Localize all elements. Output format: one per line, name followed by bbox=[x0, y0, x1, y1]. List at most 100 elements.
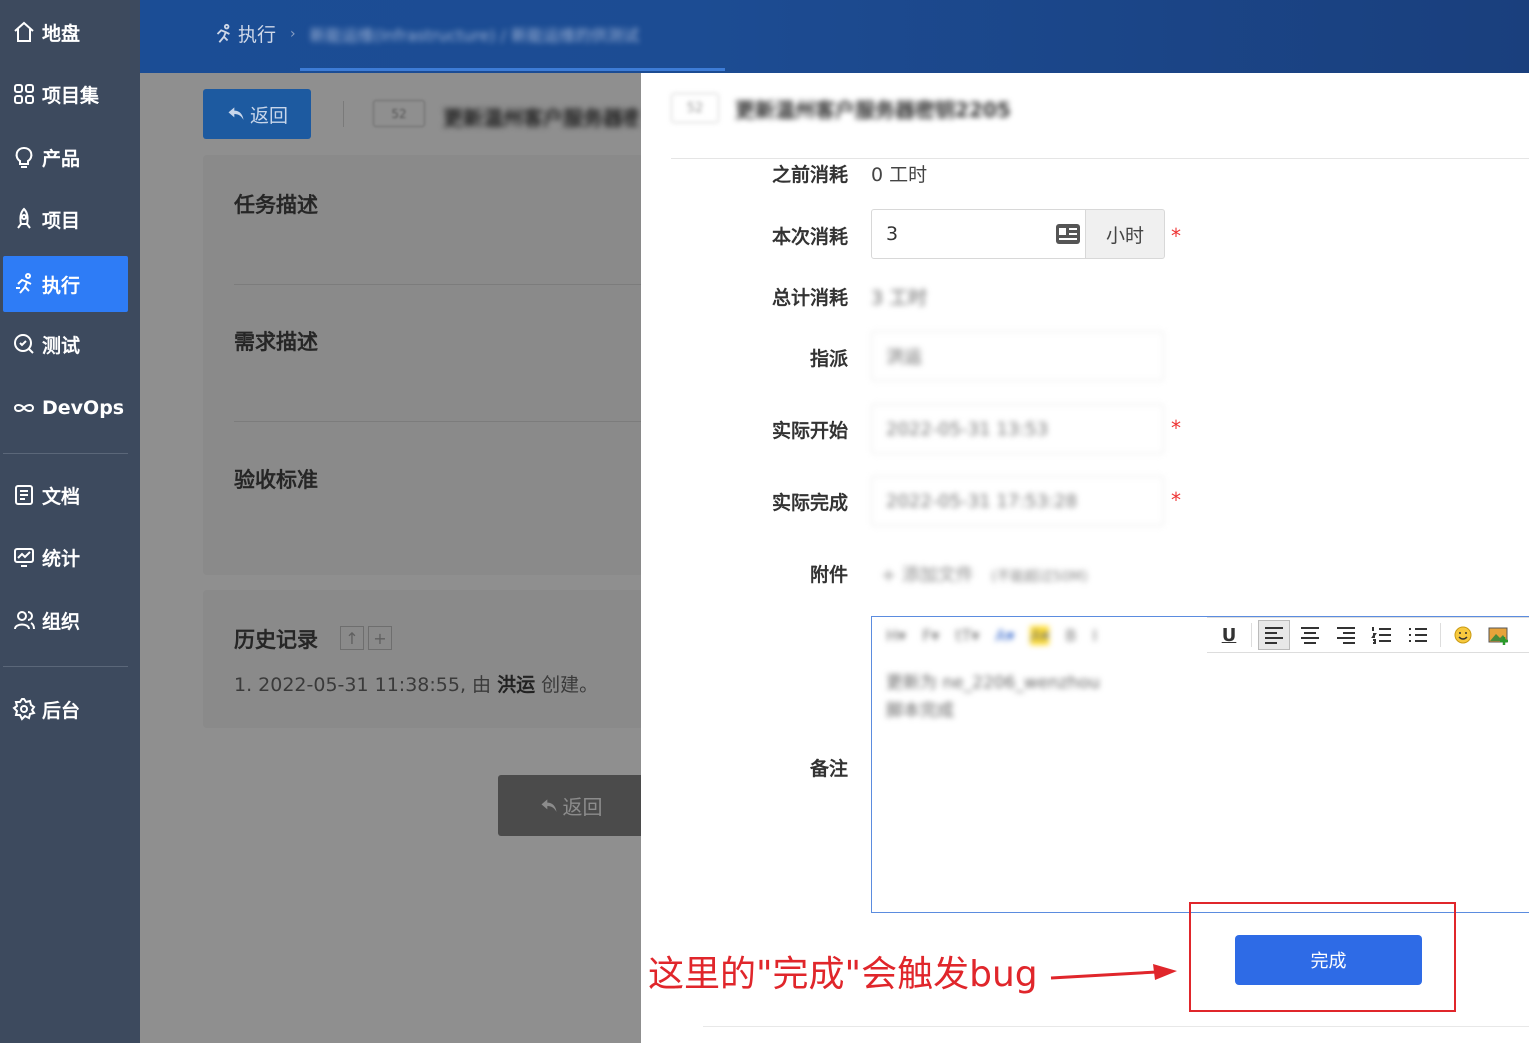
nav-item-report[interactable]: 统计 bbox=[3, 529, 128, 585]
nav-label: 执行 bbox=[42, 274, 81, 297]
sidebar: 地盘 项目集 产品 项目 执行 测试 DevOps 文档 统计 组织 后台 bbox=[0, 0, 140, 1043]
section-divider bbox=[234, 284, 643, 285]
required-mark: * bbox=[1171, 224, 1181, 248]
test-icon bbox=[11, 331, 37, 357]
grid-icon bbox=[11, 81, 37, 107]
comment-label: 备注 bbox=[809, 758, 848, 780]
nav-item-organization[interactable]: 组织 bbox=[3, 592, 128, 648]
add-file-button[interactable]: + 添加文件 (不能超过50M) bbox=[881, 561, 1088, 587]
people-icon bbox=[11, 607, 37, 633]
lightbulb-icon bbox=[11, 144, 37, 170]
align-left-icon[interactable] bbox=[1258, 620, 1290, 650]
highlight-icon[interactable]: A▾ bbox=[1030, 625, 1050, 645]
nav-label: 地盘 bbox=[42, 22, 81, 45]
heading-icon[interactable]: H▾ bbox=[886, 626, 906, 645]
section-story-desc: 需求描述 bbox=[234, 330, 318, 354]
task-id-badge: 52 bbox=[373, 100, 425, 127]
emoji-icon[interactable] bbox=[1447, 620, 1479, 650]
sort-up-icon[interactable]: ↑ bbox=[340, 626, 364, 650]
modal-title: 更新温州客户服务器密钥2205 bbox=[735, 97, 1011, 122]
bold-icon[interactable]: B bbox=[1065, 626, 1076, 645]
font-color-icon[interactable]: A▾ bbox=[995, 626, 1014, 645]
finished-date-input[interactable]: 2022-05-31 17:53:28 bbox=[871, 476, 1164, 526]
nav-item-test[interactable]: 测试 bbox=[3, 316, 128, 372]
breadcrumb-separator: › bbox=[290, 25, 296, 42]
comment-editor[interactable]: H▾ F▾ tT▾ A▾ A▾ B I U 更新为 ne_2206_wenzho… bbox=[871, 616, 1529, 913]
chart-icon bbox=[11, 544, 37, 570]
nav-item-admin[interactable]: 后台 bbox=[3, 681, 128, 737]
nav-item-program[interactable]: 项目集 bbox=[3, 66, 128, 122]
consumed-hours-input[interactable]: 3 bbox=[871, 209, 1086, 259]
modal-header: 52 更新温州客户服务器密钥2205 bbox=[671, 93, 1011, 123]
finish-button[interactable]: 完成 bbox=[1235, 935, 1422, 985]
run-icon bbox=[216, 23, 230, 43]
calculator-icon[interactable] bbox=[1055, 222, 1081, 246]
nav-label: 项目 bbox=[42, 209, 81, 232]
real-start-input[interactable]: 2022-05-31 13:53 bbox=[871, 404, 1164, 454]
total-consumed-label: 总计消耗 bbox=[771, 287, 848, 309]
toolbar-divider bbox=[1251, 623, 1252, 647]
hours-unit: 小时 bbox=[1085, 209, 1165, 259]
history-entry-prefix: 1. 2022-05-31 11:38:55, 由 bbox=[234, 674, 498, 696]
nav-item-project[interactable]: 项目 bbox=[3, 191, 128, 247]
comment-editor-content: 更新为 ne_2206_wenzhou 脚本完成 bbox=[886, 669, 1100, 725]
underline-icon[interactable]: U bbox=[1213, 620, 1245, 650]
task-detail-card: 任务描述 需求描述 验收标准 bbox=[203, 155, 643, 575]
annotation-text: 这里的"完成"会触发bug bbox=[648, 954, 1038, 995]
gear-icon bbox=[11, 696, 37, 722]
finish-task-modal: 52 更新温州客户服务器密钥2205 之前消耗 0 工时 本次消耗 3 小时 *… bbox=[641, 73, 1529, 1043]
total-consumed-value: 3 工时 bbox=[871, 287, 928, 309]
image-icon[interactable] bbox=[1483, 620, 1515, 650]
breadcrumb-current[interactable]: 新能运维(Infrastructure) / 新能运维的供测试 bbox=[310, 22, 640, 46]
section-verify: 验收标准 bbox=[234, 468, 318, 492]
nav-label: 测试 bbox=[42, 334, 81, 357]
bottom-back-button[interactable]: 返回 bbox=[498, 775, 643, 836]
editor-toolbar: H▾ F▾ tT▾ A▾ A▾ B I U bbox=[872, 617, 1529, 653]
run-icon bbox=[11, 271, 37, 297]
ordered-list-icon[interactable] bbox=[1366, 620, 1398, 650]
breadcrumb-root[interactable]: 执行 bbox=[238, 20, 276, 47]
bottom-back-label: 返回 bbox=[562, 795, 603, 819]
document-icon bbox=[11, 482, 37, 508]
history-entry: 1. 2022-05-31 11:38:55, 由 洪运 创建。 bbox=[234, 670, 598, 697]
bullet-list-icon[interactable] bbox=[1402, 620, 1434, 650]
font-icon[interactable]: F▾ bbox=[922, 626, 939, 645]
undo-icon bbox=[541, 798, 556, 812]
italic-icon[interactable]: I bbox=[1092, 626, 1097, 645]
assign-select[interactable]: 洪运 bbox=[871, 331, 1164, 381]
home-icon bbox=[11, 19, 37, 45]
section-divider bbox=[234, 421, 643, 422]
modal-footer-divider bbox=[703, 1026, 1529, 1027]
assign-label: 指派 bbox=[809, 348, 848, 370]
align-right-icon[interactable] bbox=[1330, 620, 1362, 650]
nav-item-product[interactable]: 产品 bbox=[3, 129, 128, 185]
undo-icon bbox=[228, 107, 244, 120]
nav-divider bbox=[3, 666, 128, 667]
nav-divider bbox=[3, 453, 128, 454]
history-entry-user: 洪运 bbox=[497, 674, 536, 696]
nav-label: 组织 bbox=[42, 610, 81, 633]
infinity-icon bbox=[11, 395, 37, 421]
nav-label: 产品 bbox=[42, 147, 81, 170]
font-size-icon[interactable]: tT▾ bbox=[955, 626, 979, 645]
nav-label: 项目集 bbox=[42, 84, 100, 107]
align-center-icon[interactable] bbox=[1294, 620, 1326, 650]
modal-header-divider bbox=[671, 158, 1529, 159]
expand-icon[interactable]: + bbox=[368, 626, 392, 650]
history-card: 历史记录 ↑ + 1. 2022-05-31 11:38:55, 由 洪运 创建… bbox=[203, 590, 643, 728]
nav-label: DevOps bbox=[42, 397, 125, 419]
header-divider bbox=[343, 101, 344, 127]
nav-item-execution[interactable]: 执行 bbox=[3, 256, 128, 312]
comment-line: 更新为 ne_2206_wenzhou bbox=[886, 673, 1100, 693]
back-button[interactable]: 返回 bbox=[203, 89, 311, 139]
history-title: 历史记录 bbox=[234, 628, 318, 652]
annotation-arrow-icon bbox=[1050, 964, 1177, 980]
real-start-label: 实际开始 bbox=[771, 420, 848, 442]
nav-item-devops[interactable]: DevOps bbox=[3, 380, 128, 436]
before-consumed-value: 0 工时 bbox=[871, 164, 928, 186]
nav-item-doc[interactable]: 文档 bbox=[3, 467, 128, 523]
attachment-label: 附件 bbox=[809, 564, 848, 586]
editor-toolbar-visible: U bbox=[1207, 617, 1529, 653]
current-consumed-label: 本次消耗 bbox=[771, 226, 848, 248]
nav-item-dashboard[interactable]: 地盘 bbox=[3, 4, 128, 60]
